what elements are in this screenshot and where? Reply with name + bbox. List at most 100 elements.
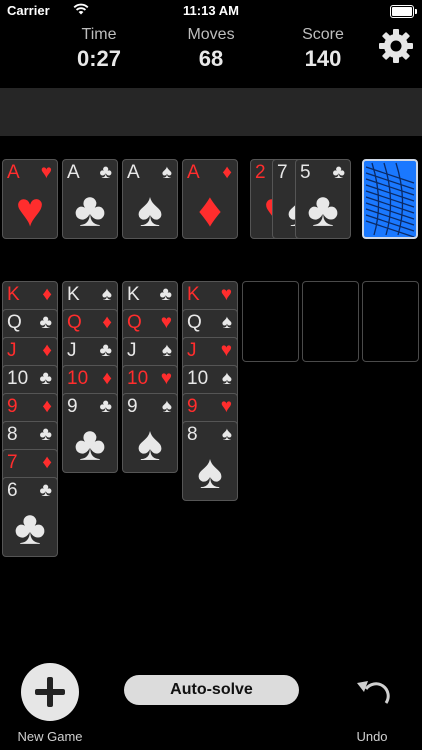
- card-suit-icon: ♠: [161, 340, 172, 361]
- undo-icon[interactable]: [354, 677, 394, 709]
- card-rank: 10: [127, 368, 149, 389]
- score-value: 140: [304, 46, 342, 71]
- time-label: Time: [81, 26, 117, 43]
- card-rank: 8: [7, 424, 18, 445]
- card-suit-icon: ♣: [99, 396, 112, 417]
- score-stat: Score 140: [278, 26, 368, 72]
- card-suit-icon: ♣: [332, 162, 345, 183]
- card-suit-icon: ♣: [99, 162, 112, 183]
- card-rank: K: [67, 284, 80, 305]
- playing-card[interactable]: A ♣ ♣: [62, 159, 118, 239]
- card-suit-icon: ♣: [99, 340, 112, 361]
- status-bar: Carrier 11:13 AM: [0, 0, 422, 22]
- card-suit-icon: ♦: [42, 284, 52, 305]
- card-rank: A: [7, 162, 20, 183]
- card-suit-icon: ♦: [42, 452, 52, 473]
- clock: 11:13 AM: [183, 3, 239, 18]
- card-rank: K: [127, 284, 140, 305]
- card-center-suit-icon: ♠: [197, 446, 223, 499]
- card-rank: A: [67, 162, 80, 183]
- new-game-label: New Game: [17, 729, 83, 744]
- card-suit-icon: ♠: [161, 396, 172, 417]
- card-rank: J: [7, 340, 17, 361]
- moves-value: 68: [198, 46, 224, 71]
- time-value: 0:27: [76, 46, 122, 71]
- card-rank: A: [187, 162, 200, 183]
- card-suit-icon: ♣: [39, 368, 52, 389]
- card-center-suit-icon: ♣: [74, 418, 106, 471]
- new-game-button[interactable]: [21, 663, 79, 721]
- card-rank: J: [127, 340, 137, 361]
- card-rank: 10: [67, 368, 89, 389]
- top-band: [0, 88, 422, 136]
- score-label: Score: [302, 26, 344, 43]
- card-suit-icon: ♥: [160, 312, 172, 333]
- card-back-icon: [365, 162, 415, 237]
- card-suit-icon: ♦: [222, 162, 232, 183]
- playing-card[interactable]: 9 ♠ ♠: [122, 393, 178, 473]
- playing-card[interactable]: A ♦ ♦: [182, 159, 238, 239]
- card-rank: 9: [127, 396, 138, 417]
- moves-label: Moves: [187, 26, 235, 43]
- card-suit-icon: ♣: [39, 424, 52, 445]
- card-rank: 10: [7, 368, 29, 389]
- card-rank: 5: [300, 162, 311, 183]
- card-suit-icon: ♠: [221, 424, 232, 445]
- card-rank: Q: [7, 312, 22, 333]
- card-rank: 7: [277, 162, 288, 183]
- empty-tableau-slot[interactable]: [362, 281, 419, 362]
- card-center-suit-icon: ♣: [14, 502, 46, 555]
- auto-solve-button[interactable]: Auto-solve: [124, 675, 299, 705]
- moves-stat: Moves 68: [166, 26, 256, 72]
- card-rank: Q: [187, 312, 202, 333]
- card-rank: A: [127, 162, 140, 183]
- time-stat: Time 0:27: [54, 26, 144, 72]
- card-rank: J: [67, 340, 77, 361]
- card-rank: Q: [127, 312, 142, 333]
- card-suit-icon: ♠: [161, 162, 172, 183]
- card-suit-icon: ♣: [159, 284, 172, 305]
- card-rank: 10: [187, 368, 209, 389]
- card-rank: 2: [255, 162, 266, 183]
- card-rank: 6: [7, 480, 18, 501]
- card-suit-icon: ♠: [221, 312, 232, 333]
- battery-icon: [390, 5, 417, 18]
- playing-card[interactable]: 5 ♣ ♣: [295, 159, 351, 239]
- card-suit-icon: ♦: [42, 396, 52, 417]
- card-rank: 9: [7, 396, 18, 417]
- card-suit-icon: ♥: [160, 368, 172, 389]
- card-suit-icon: ♥: [40, 162, 52, 183]
- card-center-suit-icon: ♠: [137, 184, 163, 237]
- card-center-suit-icon: ♠: [137, 418, 163, 471]
- card-suit-icon: ♠: [221, 368, 232, 389]
- card-suit-icon: ♦: [102, 312, 112, 333]
- card-rank: 8: [187, 424, 198, 445]
- playing-card[interactable]: 9 ♣ ♣: [62, 393, 118, 473]
- card-center-suit-icon: ♣: [74, 184, 106, 237]
- card-suit-icon: ♣: [39, 480, 52, 501]
- card-suit-icon: ♦: [102, 368, 112, 389]
- card-rank: Q: [67, 312, 82, 333]
- playing-card[interactable]: 8 ♠ ♠: [182, 421, 238, 501]
- playing-card[interactable]: 6 ♣ ♣: [2, 477, 58, 557]
- stock-pile[interactable]: [362, 159, 418, 239]
- playing-card[interactable]: A ♥ ♥: [2, 159, 58, 239]
- undo-label: Undo: [356, 729, 388, 744]
- card-rank: 7: [7, 452, 18, 473]
- card-center-suit-icon: ♣: [307, 184, 339, 237]
- card-center-suit-icon: ♦: [197, 184, 223, 237]
- playing-card[interactable]: A ♠ ♠: [122, 159, 178, 239]
- card-suit-icon: ♣: [39, 312, 52, 333]
- card-rank: 9: [187, 396, 198, 417]
- card-rank: 9: [67, 396, 78, 417]
- card-suit-icon: ♥: [220, 284, 232, 305]
- gear-icon[interactable]: [378, 28, 414, 64]
- card-suit-icon: ♥: [220, 340, 232, 361]
- card-center-suit-icon: ♥: [15, 184, 45, 237]
- card-rank: K: [7, 284, 20, 305]
- card-suit-icon: ♦: [42, 340, 52, 361]
- empty-tableau-slot[interactable]: [242, 281, 299, 362]
- empty-tableau-slot[interactable]: [302, 281, 359, 362]
- card-suit-icon: ♠: [101, 284, 112, 305]
- card-rank: K: [187, 284, 200, 305]
